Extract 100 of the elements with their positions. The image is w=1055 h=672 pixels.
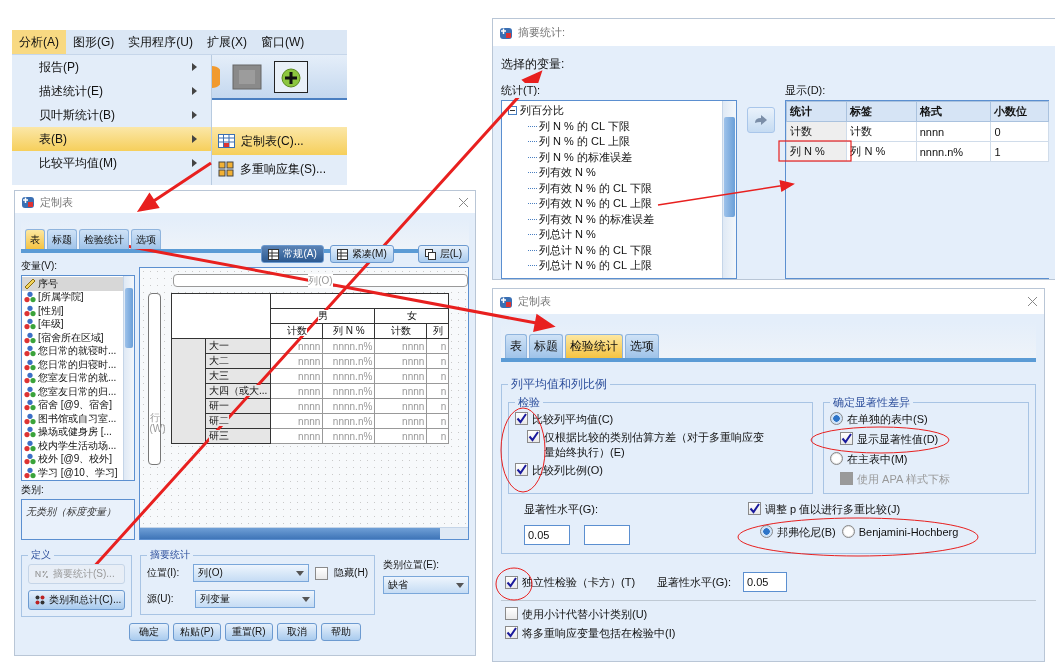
- checkbox[interactable]: [748, 502, 761, 515]
- tree-item[interactable]: 列 N % 的标准误差: [508, 149, 722, 165]
- menu-item[interactable]: 图形(G): [66, 30, 122, 54]
- close-icon[interactable]: [458, 196, 469, 208]
- tab[interactable]: 检验统计: [565, 334, 623, 358]
- move-button[interactable]: [747, 107, 775, 133]
- statistics-tree[interactable]: 列百分比 列 N % 的 CL 下限 列 N % 的 CL 上限 列 N % 的标准误差 列有效 N % 列有效 N % 的 CL 下限 列有效 N % 的 CL 上限 列有效 N % 的标准误差 列总计 N % 列总计 N % 的 CL 下限 列总计 N % 的 CL 上限: [501, 100, 737, 279]
- checkbox-label: 使用小计代替小计类别(U): [522, 607, 648, 622]
- table-cell: nnnn.n%: [322, 338, 375, 354]
- menu-item[interactable]: 贝叶斯统计(B): [12, 103, 211, 127]
- menu-item[interactable]: 实用程序(U): [121, 30, 200, 54]
- list-item[interactable]: 学习 [@10、学习]: [22, 466, 123, 480]
- view-button[interactable]: 紧凑(M): [329, 245, 394, 263]
- radio-button[interactable]: [830, 412, 843, 425]
- checkbox[interactable]: [515, 463, 528, 476]
- tab[interactable]: 检验统计: [79, 229, 129, 249]
- input-field[interactable]: 0.05: [524, 525, 570, 545]
- menu-item[interactable]: 分析(A): [12, 30, 66, 54]
- tab[interactable]: 表: [25, 229, 45, 249]
- list-item[interactable]: 您室友日常的就...: [22, 371, 123, 385]
- menu-item[interactable]: 比较平均值(M): [12, 151, 211, 175]
- radio-button[interactable]: [830, 452, 843, 465]
- input-field[interactable]: [584, 525, 630, 545]
- tab[interactable]: 选项: [131, 229, 161, 249]
- tab[interactable]: 标题: [47, 229, 77, 249]
- menu-item[interactable]: 报告(P): [12, 55, 211, 79]
- dialog-button[interactable]: 粘贴(P): [173, 623, 221, 641]
- dialog-button[interactable]: 重置(R): [224, 623, 273, 641]
- list-item[interactable]: 图书馆或自习室...: [22, 412, 123, 426]
- tree-item[interactable]: 列有效 N %: [508, 165, 722, 181]
- toolbar-icon[interactable]: [232, 63, 262, 90]
- dialog-button[interactable]: 确定: [129, 623, 170, 641]
- list-item[interactable]: [性别]: [22, 304, 123, 318]
- table-cell: nnnn: [374, 398, 427, 414]
- menu-item[interactable]: 表(B): [12, 127, 211, 151]
- view-button[interactable]: 常规(A): [261, 245, 324, 263]
- tree-item[interactable]: 列有效 N % 的 CL 上限: [508, 196, 722, 212]
- dropdown[interactable]: 列变量: [194, 590, 315, 608]
- radio-button[interactable]: [760, 525, 773, 538]
- tree-item[interactable]: 列有效 N % 的 CL 下限: [508, 180, 722, 196]
- dialog-button[interactable]: 取消: [276, 623, 317, 641]
- list-item[interactable]: 您室友日常的归...: [22, 385, 123, 399]
- scrollbar[interactable]: [722, 101, 736, 278]
- menu-item[interactable]: 窗口(W): [254, 30, 312, 54]
- close-icon[interactable]: [1027, 296, 1038, 307]
- scrollbar[interactable]: [140, 527, 468, 539]
- table-icon: [268, 248, 280, 260]
- dialog-button[interactable]: 类别和总计(C)...: [28, 590, 125, 610]
- list-item[interactable]: 您日常的归寝时...: [22, 358, 123, 372]
- dialog-button[interactable]: 帮助: [320, 623, 361, 641]
- window-title: 摘要统计:: [518, 25, 567, 40]
- checkbox[interactable]: [527, 430, 540, 443]
- radio-button[interactable]: [841, 525, 855, 538]
- checkbox[interactable]: [505, 607, 518, 620]
- tree-item[interactable]: 列 N % 的 CL 上限: [508, 134, 722, 150]
- tree-item[interactable]: 列有效 N % 的标准误差: [508, 211, 722, 227]
- scrollbar[interactable]: [123, 276, 134, 480]
- tree-item[interactable]: 列总计 N % 的 CL 上限: [508, 258, 722, 274]
- tab[interactable]: 表: [505, 334, 527, 358]
- list-item[interactable]: 操场或健身房 [...: [22, 425, 123, 439]
- list-item[interactable]: [所属学院]: [22, 290, 123, 304]
- checkbox[interactable]: [505, 626, 518, 639]
- menu-item[interactable]: 多重响应集(S)...: [212, 155, 347, 183]
- balls-icon: [24, 291, 36, 304]
- tab[interactable]: 标题: [529, 334, 563, 358]
- menu-item[interactable]: 扩展(X): [200, 30, 254, 54]
- checkbox[interactable]: [840, 432, 853, 445]
- app-icon: [499, 294, 513, 309]
- field-label: 类别:: [21, 483, 45, 497]
- caret-icon: [296, 570, 305, 576]
- menu-item[interactable]: 定制表(C)...: [212, 127, 347, 155]
- list-item[interactable]: 校内学生活动场...: [22, 439, 123, 453]
- add-button-icon[interactable]: [274, 60, 308, 93]
- toolbar-icon[interactable]: [212, 65, 220, 88]
- dropdown[interactable]: 列(O): [193, 564, 310, 582]
- list-item[interactable]: [宿舍所在区域]: [22, 331, 123, 345]
- tree-item[interactable]: 列总计 N %: [508, 227, 722, 243]
- checkbox[interactable]: [505, 575, 518, 589]
- variable-list[interactable]: 序号 [所属学院] [性别] [年级] [宿舍所在区域] 您日常的就寝时... 您日常的归寝时... 您室友日常的就... 您室友日常的归... 宿舍 [@9、宿舍] 图书馆或自习室... 操场或健身房 [... 校内学生活动场... 校外 [@9、校外] 学习 [@10、学习]: [21, 275, 135, 481]
- annotation-ellipse: [495, 567, 533, 601]
- list-item[interactable]: 校外 [@9、校外]: [22, 452, 123, 466]
- menu-item[interactable]: 描述统计(E): [12, 79, 211, 103]
- checkbox[interactable]: [315, 566, 329, 580]
- list-item[interactable]: [年级]: [22, 317, 123, 331]
- tree-item[interactable]: 列 N % 的 CL 下限: [508, 118, 722, 134]
- submenu-arrow-icon: [192, 111, 197, 119]
- dropdown[interactable]: 缺省: [383, 576, 469, 594]
- input-field[interactable]: 0.05: [743, 572, 787, 592]
- field-label: 类别位置(E):: [383, 558, 441, 572]
- radio-label: 在单独的表中(S): [847, 412, 928, 427]
- tab[interactable]: 选项: [625, 334, 659, 358]
- list-item[interactable]: 序号: [22, 277, 123, 291]
- tree-item[interactable]: 列总计 N % 的 CL 下限: [508, 242, 722, 258]
- submenu-arrow-icon: [192, 87, 197, 95]
- view-button[interactable]: 层(L): [417, 245, 469, 263]
- list-item[interactable]: 您日常的就寝时...: [22, 344, 123, 358]
- category-icon: [35, 595, 45, 605]
- list-item[interactable]: 宿舍 [@9、宿舍]: [22, 398, 123, 412]
- group-title: 摘要统计: [148, 548, 191, 562]
- checkbox[interactable]: [515, 412, 528, 425]
